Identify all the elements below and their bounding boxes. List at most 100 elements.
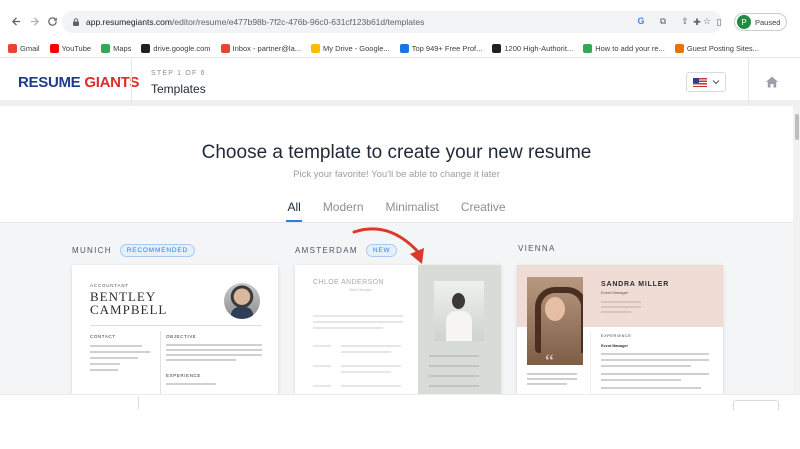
recommended-badge: RECOMMENDED bbox=[119, 244, 195, 257]
bookmark-item[interactable]: Guest Posting Sites... bbox=[674, 44, 759, 53]
back-arrow-icon[interactable] bbox=[6, 11, 26, 31]
bookmark-item[interactable]: Inbox - partner@la... bbox=[220, 44, 302, 53]
template-card-munich[interactable]: ACCOUNTANT BENTLEY CAMPBELL CONTACT OBJE… bbox=[72, 265, 278, 394]
logo[interactable]: RESUME GIANTS bbox=[18, 74, 140, 91]
reload-icon[interactable] bbox=[42, 11, 62, 31]
forward-arrow-icon[interactable] bbox=[24, 11, 44, 31]
preview-line bbox=[527, 373, 577, 375]
template-name: VIENNA bbox=[518, 244, 556, 253]
preview-section-heading: EXPERIENCE bbox=[601, 334, 632, 338]
profile-button[interactable]: P Paused bbox=[734, 13, 788, 31]
extensions-icon[interactable]: ✚ bbox=[690, 15, 704, 29]
bookmark-label: Inbox - partner@la... bbox=[232, 44, 302, 53]
preview-line bbox=[90, 369, 118, 371]
logo-part-1: RESUME bbox=[18, 74, 81, 91]
home-icon[interactable] bbox=[764, 74, 780, 90]
preview-line bbox=[601, 306, 641, 308]
preview-role: Store Manager bbox=[349, 288, 373, 292]
template-card-amsterdam[interactable]: CHLOE ANDERSON Store Manager bbox=[295, 265, 501, 394]
filter-tabs: All Modern Minimalist Creative bbox=[0, 200, 793, 222]
preview-line bbox=[166, 383, 216, 385]
preview-line bbox=[313, 321, 403, 323]
preview-rule bbox=[90, 325, 262, 326]
bookmark-favicon-icon bbox=[583, 44, 593, 53]
bookmark-item[interactable]: YouTube bbox=[49, 44, 91, 53]
bookmark-item[interactable]: drive.google.com bbox=[141, 44, 211, 53]
preview-photo bbox=[434, 281, 484, 341]
language-selector[interactable] bbox=[686, 72, 726, 92]
preview-line bbox=[313, 315, 403, 317]
preview-line bbox=[527, 383, 567, 385]
bookmark-label: 1200 High-Authorit... bbox=[504, 44, 574, 53]
bookmark-label: Gmail bbox=[20, 44, 40, 53]
template-card-vienna[interactable]: SANDRA MILLER Event Manager “ EXPERIENCE… bbox=[517, 265, 723, 394]
hero-title: Choose a template to create your new res… bbox=[201, 142, 592, 163]
app-header: RESUME GIANTS STEP 1 OF 6 Templates bbox=[0, 58, 800, 106]
bookmark-favicon-icon bbox=[8, 44, 17, 53]
preview-line bbox=[429, 375, 479, 377]
bookmark-favicon-icon bbox=[674, 44, 684, 53]
preview-line bbox=[313, 365, 331, 367]
preview-role: ACCOUNTANT bbox=[90, 283, 129, 288]
tab-minimalist[interactable]: Minimalist bbox=[386, 200, 439, 220]
preview-line bbox=[601, 353, 709, 355]
bottom-bar bbox=[0, 394, 800, 449]
template-label-munich: MUNICH RECOMMENDED bbox=[72, 244, 195, 257]
bookmark-item[interactable]: Maps bbox=[101, 44, 131, 53]
bookmark-favicon-icon bbox=[492, 44, 502, 53]
preview-line bbox=[341, 351, 391, 353]
url-host: app.resumegiants.com bbox=[86, 17, 172, 27]
preview-line bbox=[341, 365, 401, 367]
preview-photo bbox=[527, 277, 583, 365]
preview-line bbox=[90, 345, 142, 347]
browser-toolbar: app.resumegiants.com/editor/resume/e477b… bbox=[0, 0, 800, 40]
preview-line bbox=[601, 379, 681, 381]
preview-line bbox=[527, 378, 577, 380]
preview-line bbox=[166, 344, 262, 346]
preview-line bbox=[601, 301, 641, 303]
page-scrollbar[interactable] bbox=[793, 106, 800, 394]
preview-line bbox=[313, 385, 331, 387]
address-bar[interactable]: app.resumegiants.com/editor/resume/e477b… bbox=[62, 11, 722, 33]
bookmark-item[interactable]: Top 949+ Free Prof... bbox=[399, 44, 482, 53]
hero-section: Choose a template to create your new res… bbox=[0, 112, 793, 222]
side-panel-icon[interactable]: ▯ bbox=[712, 15, 726, 29]
chevron-down-icon bbox=[712, 80, 719, 85]
tab-creative[interactable]: Creative bbox=[461, 200, 506, 220]
bookmark-favicon-icon bbox=[399, 44, 409, 53]
bookmark-item[interactable]: My Drive - Google... bbox=[311, 44, 390, 53]
preview-line bbox=[313, 327, 383, 329]
profile-status: Paused bbox=[755, 17, 781, 27]
tab-modern[interactable]: Modern bbox=[323, 200, 364, 220]
preview-name: SANDRA MILLER bbox=[601, 281, 670, 288]
install-icon[interactable]: ⧉ bbox=[656, 14, 670, 28]
lock-icon bbox=[73, 18, 79, 26]
bookmark-item[interactable]: 1200 High-Authorit... bbox=[492, 44, 573, 53]
preview-line bbox=[601, 311, 631, 313]
bottom-button[interactable] bbox=[733, 400, 779, 410]
header-divider-right bbox=[748, 58, 749, 106]
preview-line bbox=[341, 371, 391, 373]
bookmark-item[interactable]: Gmail bbox=[8, 44, 40, 53]
bottom-divider bbox=[138, 397, 139, 409]
scrollbar-thumb[interactable] bbox=[795, 114, 799, 140]
header-divider bbox=[131, 58, 132, 106]
kebab-menu-icon[interactable]: ⋮ bbox=[795, 15, 800, 29]
preview-line bbox=[90, 357, 138, 359]
preview-line bbox=[166, 359, 236, 361]
preview-name: BENTLEY CAMPBELL bbox=[90, 290, 167, 316]
google-icon[interactable]: G bbox=[634, 14, 648, 28]
bookmark-favicon-icon bbox=[101, 44, 111, 53]
preview-name: CHLOE ANDERSON bbox=[313, 279, 384, 286]
preview-line bbox=[601, 365, 691, 367]
preview-column-divider bbox=[160, 331, 161, 394]
preview-line bbox=[429, 385, 479, 387]
bookmark-item[interactable]: How to add your re... bbox=[583, 44, 665, 53]
bookmark-favicon-icon bbox=[311, 44, 321, 53]
preview-line bbox=[601, 387, 701, 389]
preview-column-divider bbox=[590, 331, 591, 394]
red-arrow-icon bbox=[352, 227, 424, 264]
preview-line bbox=[166, 354, 262, 356]
preview-contact-heading: CONTACT bbox=[90, 334, 116, 339]
tab-all[interactable]: All bbox=[286, 200, 303, 222]
